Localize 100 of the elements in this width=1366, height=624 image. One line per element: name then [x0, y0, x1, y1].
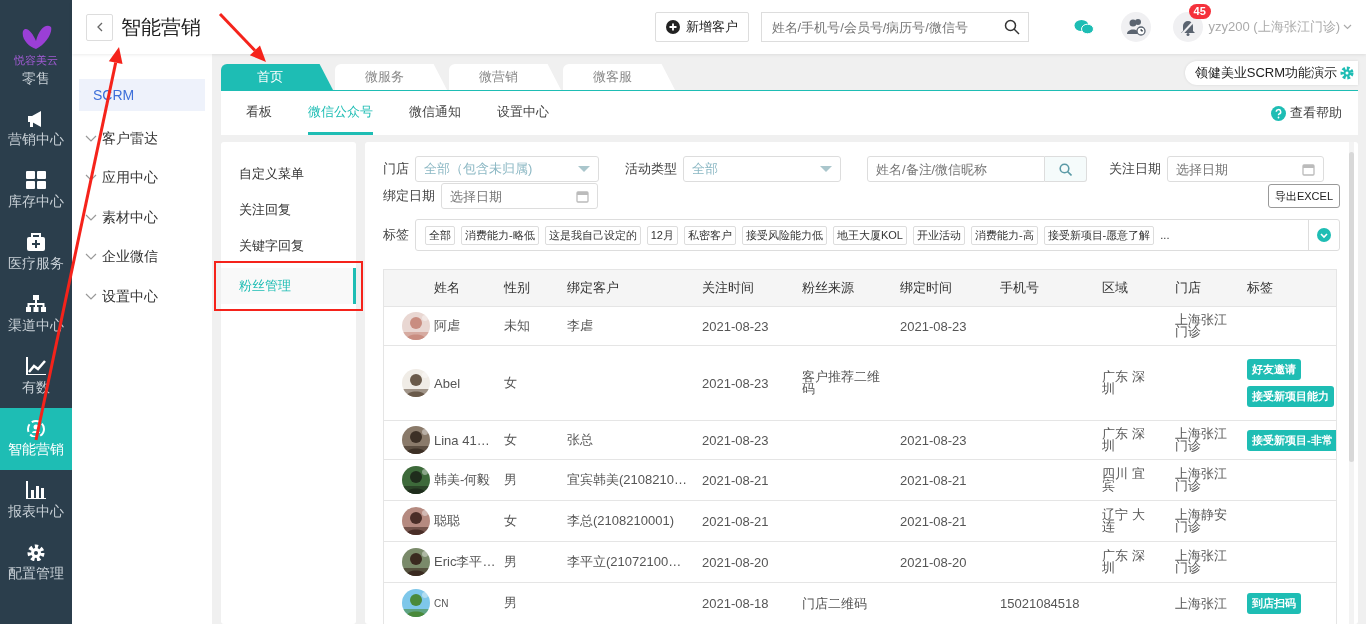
table-cell: 2021-08-23: [702, 318, 769, 334]
filter-label: 标签: [383, 226, 409, 244]
table-cell: 2021-08-21: [900, 472, 967, 488]
table-cell: 男: [504, 553, 517, 571]
table-cell-text: 客户推荐二维码: [802, 370, 881, 395]
table-cell: 2021-08-23: [900, 318, 967, 334]
sidebar-item[interactable]: 素材中心: [79, 198, 205, 238]
table-cell-text: 四川 宜宾: [1102, 467, 1146, 492]
table-cell: 李虐: [567, 317, 593, 335]
customers-button[interactable]: [1120, 12, 1151, 42]
tab[interactable]: 微服务: [335, 64, 447, 90]
tag-chip[interactable]: 消费能力-略低: [461, 225, 539, 245]
nav-item[interactable]: 报表中心: [0, 470, 72, 532]
table-cell-text: 广东 深圳: [1102, 370, 1146, 395]
chevron-down-icon: [85, 292, 97, 301]
filter-label: 活动类型: [625, 160, 677, 178]
tag-chip[interactable]: 全部: [425, 225, 455, 245]
filter-label: 关注日期: [1109, 160, 1161, 178]
tag-chip[interactable]: 接受新项目-愿意了解: [1043, 225, 1155, 245]
column-header: 区域: [1096, 270, 1169, 307]
tab[interactable]: 微客服: [563, 64, 675, 90]
table-cell: 2021-08-23: [702, 375, 769, 391]
medical-kit-icon: [26, 233, 46, 251]
nav-item[interactable]: 配置管理: [0, 532, 72, 594]
caret-icon: [578, 166, 590, 172]
tag-chip[interactable]: 开业活动: [912, 225, 965, 245]
back-button[interactable]: [86, 13, 113, 41]
table-cell: 男: [504, 471, 517, 489]
fan-name: 阿虐: [434, 317, 460, 335]
table-cell: 李平立(21072100…: [567, 553, 682, 571]
more-indicator: ...: [1160, 229, 1170, 241]
search-icon: [1059, 162, 1072, 176]
plus-circle-icon: [665, 20, 680, 34]
column-header: 标签: [1241, 270, 1336, 307]
table-cell: 2021-08-20: [702, 554, 769, 570]
column-header: 门店: [1169, 270, 1241, 307]
column-header: 粉丝来源: [796, 270, 894, 307]
muted-bell-icon: [1178, 18, 1197, 36]
help-icon: [1271, 105, 1286, 121]
account-chip[interactable]: 领健美业SCRM功能演示: [1184, 61, 1358, 85]
tag-chip[interactable]: 12月: [646, 225, 678, 245]
help-link[interactable]: 查看帮助: [1271, 91, 1342, 135]
table-cell: 2021-08-21: [702, 472, 769, 488]
follow-date-field[interactable]: 选择日期: [1167, 156, 1324, 182]
calendar-icon: [576, 189, 589, 203]
tag: 好友邀请: [1247, 359, 1301, 380]
bind-date-field[interactable]: 选择日期: [441, 183, 598, 209]
chevron-down-icon: [85, 213, 97, 222]
sidebar-item[interactable]: 客户雷达: [79, 119, 205, 159]
people-network-icon: [26, 419, 46, 437]
settings-icon: [26, 543, 46, 561]
fan-name: 韩美-何毅: [434, 471, 491, 489]
subtab[interactable]: 微信通知: [409, 91, 461, 135]
table-cell: 上海张江门诊: [1175, 549, 1227, 574]
table-cell: 张总: [567, 431, 593, 449]
table-cell: 15021084518: [1000, 595, 1080, 611]
add-customer-button[interactable]: 新增客户: [654, 12, 749, 42]
keyword-field[interactable]: 姓名/备注/微信昵称: [867, 156, 1045, 182]
tag-chip[interactable]: 消费能力-高: [970, 225, 1038, 245]
subtab[interactable]: 看板: [246, 91, 272, 135]
table-cell: 李总(2108210001): [567, 512, 674, 530]
table-cell: 上海张江: [1175, 597, 1227, 610]
table-cell: 上海静安门诊: [1175, 508, 1227, 533]
annotation-arrow: [218, 12, 268, 64]
tag-chip[interactable]: 私密客户: [683, 225, 736, 245]
caret-icon: [820, 166, 832, 172]
submenu-item[interactable]: 自定义菜单: [221, 156, 356, 192]
tag-chip[interactable]: 接受风险能力低: [741, 225, 827, 245]
scrollbar-thumb[interactable]: [1349, 152, 1354, 462]
tag-chip[interactable]: 地王大厦KOL: [832, 225, 907, 245]
submenu-item[interactable]: 关键字回复: [221, 228, 356, 264]
sidebar-item[interactable]: 企业微信: [79, 237, 205, 277]
notification-badge: 45: [1188, 4, 1211, 19]
table-cell: 2021-08-23: [702, 432, 769, 448]
fan-name: Lina 41…: [434, 432, 490, 448]
logo-text: 悦容美云: [14, 53, 58, 68]
search-field[interactable]: 姓名/手机号/会员号/病历号/微信号: [760, 12, 1029, 42]
table-cell: 2021-08-20: [900, 554, 967, 570]
table-cell-text: 广东 深圳: [1102, 427, 1146, 452]
table-cell: 女: [504, 512, 517, 530]
chevron-down-icon: [85, 253, 97, 262]
nav-item[interactable]: 零售: [0, 70, 72, 98]
subtab[interactable]: 设置中心: [497, 91, 549, 135]
tab[interactable]: 微营销: [449, 64, 561, 90]
submenu-item[interactable]: 关注回复: [221, 192, 356, 228]
filter-label: 绑定日期: [383, 187, 435, 205]
table-cell: 上海张江门诊: [1175, 313, 1227, 338]
nav-item[interactable]: 库存中心: [0, 160, 72, 222]
search-button[interactable]: [1045, 156, 1087, 182]
tag: 接受新项目-非常: [1247, 429, 1336, 451]
filter-label: 门店: [383, 160, 409, 178]
export-button[interactable]: 导出EXCEL: [1267, 184, 1340, 208]
fan-name: CN: [434, 597, 449, 609]
table-cell: 2021-08-21: [702, 513, 769, 529]
sidebar-item[interactable]: 应用中心: [79, 158, 205, 198]
sidebar-item[interactable]: 设置中心: [79, 277, 205, 317]
nav-item[interactable]: 营销中心: [0, 98, 72, 160]
calendar-icon: [1302, 162, 1315, 176]
nav-item[interactable]: 医疗服务: [0, 222, 72, 284]
tag-chip[interactable]: 这是我自己设定的: [544, 225, 641, 245]
